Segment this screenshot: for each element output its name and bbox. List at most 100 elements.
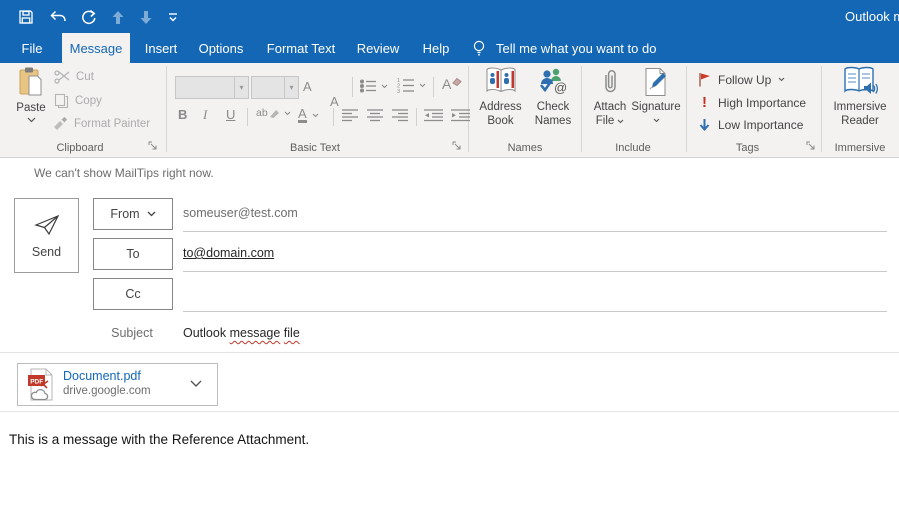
tab-message[interactable]: Message (62, 33, 130, 63)
tab-review[interactable]: Review (350, 33, 406, 63)
address-book-button[interactable]: Address Book (473, 67, 528, 127)
signature-label: Signature (631, 101, 680, 113)
align-center-button[interactable] (367, 109, 384, 122)
address-book-label-2: Book (487, 115, 513, 127)
nav-down-icon[interactable] (136, 7, 156, 27)
high-importance-icon: ! (698, 95, 711, 110)
tab-file[interactable]: File (12, 33, 52, 63)
signature-icon (642, 67, 670, 97)
font-size-combobox[interactable]: ▾ (251, 76, 299, 99)
redo-icon[interactable] (78, 7, 98, 27)
immersive-group-label: Immersive (822, 142, 898, 154)
shrink-font-icon: A (330, 94, 339, 109)
basic-text-dialog-launcher-icon[interactable] (452, 141, 462, 151)
cut-button[interactable]: Cut (54, 70, 94, 84)
immersive-reader-button[interactable]: Immersive Reader (824, 66, 896, 127)
text-highlight-button[interactable]: ab (256, 107, 291, 119)
bold-button[interactable]: B (178, 107, 187, 122)
bullets-icon (360, 79, 377, 93)
ribbon-tab-row: File Message Insert Options Format Text … (0, 33, 899, 63)
svg-text:PDF: PDF (30, 379, 43, 386)
tab-help[interactable]: Help (414, 33, 458, 63)
to-recipient[interactable]: to@domain.com (183, 246, 274, 260)
decrease-indent-button[interactable] (424, 109, 444, 122)
to-field-underline (183, 271, 887, 272)
message-body[interactable]: This is a message with the Reference Att… (9, 432, 309, 447)
high-importance-button[interactable]: ! High Importance (698, 95, 806, 110)
font-color-button[interactable]: A (298, 107, 319, 123)
send-button[interactable]: Send (14, 198, 79, 273)
save-icon[interactable] (16, 7, 36, 27)
check-names-label-2: Names (535, 115, 571, 127)
tab-format-text[interactable]: Format Text (262, 33, 340, 63)
format-painter-button[interactable]: Format Painter (52, 116, 150, 132)
numbering-button[interactable]: 1 2 3 (397, 77, 426, 93)
low-importance-button[interactable]: Low Importance (698, 118, 803, 132)
paste-label: Paste (16, 102, 45, 114)
subject-field[interactable]: Outlook message file (183, 326, 300, 340)
undo-icon[interactable] (48, 7, 68, 27)
align-left-button[interactable] (342, 109, 359, 122)
chevron-down-icon (617, 119, 624, 124)
tell-me-box[interactable]: Tell me what you want to do (472, 33, 656, 63)
clipboard-dialog-launcher-icon[interactable] (148, 141, 158, 151)
immersive-reader-icon (842, 66, 878, 96)
attach-file-label-1: Attach (594, 101, 627, 113)
outlook-compose-window: Outlook m File Message Insert Options Fo… (0, 0, 899, 515)
copy-button[interactable]: Copy (54, 93, 102, 109)
from-field-underline (183, 231, 887, 232)
chevron-down-icon (419, 83, 426, 88)
tags-dialog-launcher-icon[interactable] (806, 141, 816, 151)
flag-icon (698, 72, 711, 87)
clipboard-group-label: Clipboard (20, 142, 140, 154)
signature-button[interactable]: Signature (630, 67, 682, 123)
cc-button[interactable]: Cc (93, 278, 173, 310)
mailtips-message: We can't show MailTips right now. (34, 166, 214, 180)
customize-qat-icon[interactable] (163, 7, 183, 27)
font-color-icon: A (298, 107, 307, 123)
paste-icon (17, 66, 45, 98)
italic-button[interactable]: I (203, 107, 207, 123)
highlight-icon: ab (256, 107, 268, 119)
small-divider (433, 77, 434, 97)
attachment-menu-chevron-icon[interactable] (190, 380, 202, 388)
follow-up-button[interactable]: Follow Up (698, 72, 785, 87)
subject-label: Subject (93, 326, 171, 340)
lightbulb-icon (472, 39, 486, 58)
format-painter-icon (52, 116, 68, 132)
small-divider (247, 108, 248, 126)
cc-field-underline (183, 311, 887, 312)
from-button[interactable]: From (93, 198, 173, 230)
format-painter-label: Format Painter (74, 118, 150, 130)
check-names-button[interactable]: @ Check Names (528, 67, 578, 127)
chevron-down-icon (284, 111, 291, 116)
attachment-filename[interactable]: Document.pdf (63, 369, 141, 383)
nav-up-icon[interactable] (108, 7, 128, 27)
align-right-button[interactable] (392, 109, 409, 122)
chevron-down-icon (381, 84, 388, 89)
font-name-combobox[interactable]: ▾ (175, 76, 249, 99)
paste-dropdown-icon (27, 117, 36, 123)
paperclip-icon (600, 67, 620, 97)
address-book-icon (485, 67, 517, 95)
underline-button[interactable]: U (226, 107, 235, 122)
attach-file-button[interactable]: Attach File (586, 67, 634, 127)
attach-file-label-2: File (596, 115, 615, 127)
increase-indent-button[interactable] (451, 109, 471, 122)
bullets-button[interactable] (360, 79, 388, 93)
tags-group-label: Tags (690, 142, 805, 154)
basic-text-group-label: Basic Text (240, 142, 390, 154)
clear-formatting-button[interactable]: A (442, 77, 462, 91)
to-button[interactable]: To (93, 238, 173, 270)
address-book-label-1: Address (479, 101, 521, 113)
tab-options[interactable]: Options (192, 33, 250, 63)
to-label: To (126, 247, 139, 261)
small-divider (416, 108, 417, 126)
from-field-value[interactable]: someuser@test.com (183, 206, 298, 220)
attachment-card[interactable]: PDF Document.pdf drive.google.com (17, 363, 218, 406)
ribbon: Paste Cut Copy Format Paint (0, 63, 899, 158)
svg-text:3: 3 (397, 89, 400, 93)
paste-button[interactable]: Paste (8, 66, 54, 123)
tab-insert[interactable]: Insert (136, 33, 186, 63)
immersive-reader-label-1: Immersive (833, 101, 886, 113)
